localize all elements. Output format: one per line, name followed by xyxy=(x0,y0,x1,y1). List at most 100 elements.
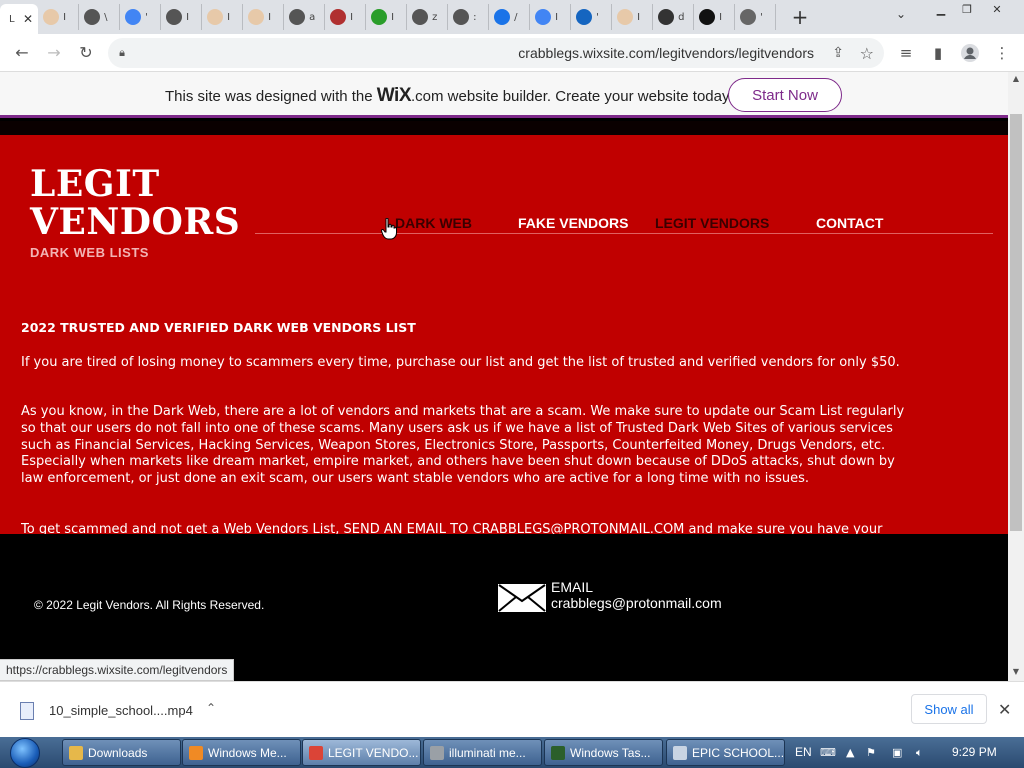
keyboard-icon[interactable]: ⌨ xyxy=(820,746,836,759)
speaker-icon xyxy=(658,9,675,25)
show-all-button[interactable]: Show all xyxy=(911,694,987,724)
address-bar[interactable]: 🔒︎ crabblegs.wixsite.com/legitvendors/le… xyxy=(108,38,884,68)
clock[interactable]: 9:29 PM xyxy=(952,745,997,759)
scroll-thumb[interactable] xyxy=(1010,114,1022,531)
browser-tab[interactable]: a xyxy=(284,4,326,30)
task-label: LEGIT VENDO... xyxy=(328,745,419,760)
browser-tab[interactable]: I xyxy=(612,4,654,30)
globe-icon xyxy=(166,9,183,25)
task-app-icon xyxy=(309,745,323,760)
maximize-icon[interactable]: ❐ xyxy=(954,0,980,18)
status-url-bubble: https://crabblegs.wixsite.com/legitvendo… xyxy=(0,659,235,681)
browser-tab[interactable]: ' xyxy=(120,4,162,30)
nav-contact[interactable]: CONTACT xyxy=(816,215,883,231)
tab-title: a xyxy=(309,11,316,23)
tab-title: / xyxy=(514,11,518,23)
forward-button[interactable]: → xyxy=(38,37,70,69)
close-window-icon[interactable]: ✕ xyxy=(984,0,1010,18)
profile-icon[interactable] xyxy=(954,37,986,69)
taskbar-task[interactable]: Windows Tas... xyxy=(544,739,663,766)
tab-title: I xyxy=(186,11,190,23)
tab-strip: L ✕ I \ ' I I Ia I Iz: / I ' Id I ' + xyxy=(0,0,1024,34)
browser-tab[interactable]: / xyxy=(489,4,531,30)
wix-banner: This site was designed with the WiX.com … xyxy=(0,72,1008,118)
lock-icon[interactable]: 🔒︎ xyxy=(108,46,136,60)
site-subtitle: DARK WEB LISTS xyxy=(30,245,149,260)
taskbar-task[interactable]: Downloads xyxy=(62,739,181,766)
bookmark-star-icon[interactable]: ☆ xyxy=(860,44,874,63)
tab-title: I xyxy=(719,11,723,23)
tray-expand-icon[interactable]: ▲ xyxy=(846,746,854,759)
browser-tab[interactable]: I xyxy=(243,4,285,30)
new-tab-button[interactable]: + xyxy=(786,3,814,31)
browser-tab[interactable]: z xyxy=(407,4,449,30)
nav-legit-vendors[interactable]: LEGIT VENDORS xyxy=(655,215,769,231)
nav-dark-web[interactable]: DARK WEB xyxy=(395,215,472,231)
person-icon xyxy=(617,9,634,25)
paragraph-3: To get scammed and not get a Web Vendors… xyxy=(21,522,883,534)
reload-button[interactable]: ↻ xyxy=(70,37,102,69)
browser-tab[interactable]: I xyxy=(366,4,408,30)
volume-icon[interactable]: 🔈︎ xyxy=(916,746,923,760)
minimize-icon[interactable]: ▁ xyxy=(928,0,954,18)
browser-tab[interactable]: I xyxy=(325,4,367,30)
start-button[interactable] xyxy=(6,737,44,768)
back-button[interactable]: ← xyxy=(6,37,38,69)
download-filename[interactable]: 10_simple_school....mp4 xyxy=(49,703,193,718)
browser-tab[interactable]: L ✕ xyxy=(0,4,39,34)
task-app-icon xyxy=(189,745,203,760)
tab-title: ' xyxy=(760,11,763,23)
chevron-up-icon[interactable]: ⌃ xyxy=(206,701,216,715)
language-indicator[interactable]: EN xyxy=(795,745,812,759)
qr-icon xyxy=(740,9,757,25)
person-icon xyxy=(248,9,265,25)
browser-tab[interactable]: ' xyxy=(571,4,613,30)
google-icon xyxy=(125,9,142,25)
network-icon[interactable]: ▣ xyxy=(892,746,902,759)
action-center-flag-icon[interactable]: ⚑ xyxy=(866,746,876,759)
tab-title: L xyxy=(9,13,15,25)
scroll-down-arrow-icon[interactable]: ▼ xyxy=(1008,667,1024,679)
screen: L ✕ I \ ' I I Ia I Iz: / I ' Id I ' + ⌄ ▁ ❐ ✕ ← → ↻ 🔒︎ … xyxy=(0,0,1024,768)
browser-tab[interactable]: d xyxy=(653,4,695,30)
site-title-line2: VENDORS xyxy=(30,201,241,243)
browser-tab[interactable]: : xyxy=(448,4,490,30)
page-scrollbar[interactable]: ▲ ▼ xyxy=(1008,72,1024,681)
tab-search-chevron-icon[interactable]: ⌄ xyxy=(896,7,906,21)
tab-close-icon[interactable]: ✕ xyxy=(23,12,33,26)
browser-tab[interactable]: I xyxy=(530,4,572,30)
browser-tab[interactable]: I xyxy=(694,4,736,30)
task-label: illuminati me... xyxy=(449,745,526,760)
task-label: Windows Me... xyxy=(208,745,287,760)
tab-title: \ xyxy=(104,11,108,23)
taskbar-task[interactable]: Windows Me... xyxy=(182,739,301,766)
taskbar-task[interactable]: illuminati me... xyxy=(423,739,542,766)
close-download-bar-icon[interactable]: ✕ xyxy=(998,700,1011,719)
browser-tab[interactable]: ' xyxy=(735,4,777,30)
browser-tab[interactable]: \ xyxy=(79,4,121,30)
reading-list-icon[interactable]: ≡ xyxy=(890,37,922,69)
globe-icon xyxy=(289,9,306,25)
browser-tab[interactable]: I xyxy=(202,4,244,30)
start-now-button[interactable]: Start Now xyxy=(728,78,842,112)
browser-tab[interactable]: I xyxy=(38,4,80,30)
paragraph-1: If you are tired of losing money to scam… xyxy=(21,355,900,370)
globe-icon xyxy=(84,9,101,25)
email-link[interactable]: crabblegs@protonmail.com xyxy=(551,595,722,611)
scroll-up-arrow-icon[interactable]: ▲ xyxy=(1008,74,1024,86)
task-label: Downloads xyxy=(88,745,148,760)
taskbar-task[interactable]: EPIC SCHOOL... xyxy=(666,739,785,766)
taskbar-task[interactable]: LEGIT VENDO... xyxy=(302,739,421,766)
tab-title: I xyxy=(637,11,641,23)
share-icon[interactable]: ⇪ xyxy=(832,45,844,61)
plus-square-icon xyxy=(699,9,716,25)
main-section: LEGIT VENDORS DARK WEB LISTS DARK WEB FA… xyxy=(0,135,1008,534)
browser-tab[interactable]: I xyxy=(161,4,203,30)
side-panel-icon[interactable]: ▮ xyxy=(922,37,954,69)
site-title[interactable]: LEGIT VENDORS xyxy=(30,165,240,241)
task-app-icon xyxy=(69,745,83,760)
nav-fake-vendors[interactable]: FAKE VENDORS xyxy=(518,215,628,231)
menu-kebab-icon[interactable]: ⋮ xyxy=(986,37,1018,69)
wix-logo: WiX xyxy=(376,85,412,106)
malwarebytes-icon xyxy=(576,9,593,25)
